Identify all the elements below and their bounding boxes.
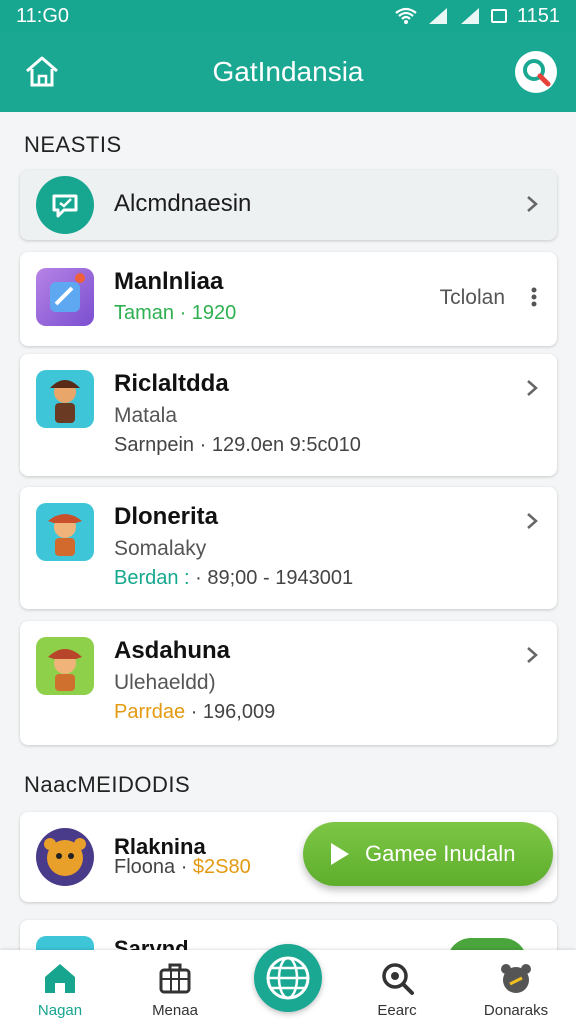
chevron-right-icon xyxy=(527,196,538,212)
nav-label-profile: Donaraks xyxy=(483,1002,549,1019)
app-card-2[interactable]: Riclaltdda Matala Sarnpein · 129.0en 9:5… xyxy=(20,354,557,476)
app-name-1: Manlnliaa xyxy=(114,268,224,295)
app-card-3[interactable]: Dlonerita Somalaky Berdan : · 89;00 - 19… xyxy=(20,487,557,609)
section-title-1: NEASTIS xyxy=(24,132,122,157)
app-meta-2: Sarnpein · 129.0en 9:5c010 xyxy=(114,434,361,456)
app-meta-3: Berdan : · 89;00 - 1943001 xyxy=(114,567,353,590)
chat-icon xyxy=(36,176,94,234)
nav-center-button[interactable] xyxy=(254,944,322,1012)
chevron-right-icon xyxy=(527,513,538,529)
app-meta-prefix-3: Berdan : xyxy=(114,567,190,589)
app-meta-1: Taman · 1920 xyxy=(114,302,236,325)
wifi-icon xyxy=(395,7,417,24)
nav-label-home: Nagan xyxy=(37,1002,83,1019)
section-title-2: NaacMEIDODIS xyxy=(24,772,191,797)
nav-label-menu: Menaa xyxy=(152,1002,198,1019)
status-time: 11:G0 xyxy=(16,4,69,27)
promo-icon xyxy=(36,828,94,886)
search-icon xyxy=(382,963,414,995)
install-game-label: Gamee Inudaln xyxy=(365,841,516,866)
play-icon xyxy=(331,843,349,865)
more-icon[interactable] xyxy=(531,286,537,308)
app-icon-1 xyxy=(36,268,94,326)
search-icon[interactable] xyxy=(514,50,558,94)
nav-item-profile[interactable]: Donaraks xyxy=(461,950,571,1024)
featured-row[interactable]: Alcmdnaesin xyxy=(20,170,557,240)
featured-label: Alcmdnaesin xyxy=(114,190,252,217)
battery-icon xyxy=(490,9,507,23)
nav-item-search[interactable]: Eearc xyxy=(342,950,452,1024)
app-bar: GatIndansia xyxy=(0,32,576,112)
app-meta-rest-1: · 1920 xyxy=(174,302,237,324)
app-icon-4 xyxy=(36,637,94,695)
bottom-nav: Nagan Menaa Eearc Donaraks xyxy=(0,944,576,1024)
promo-meta-prefix: Floona · xyxy=(114,856,188,878)
app-sub-3: Somalaky xyxy=(114,537,207,560)
home-icon[interactable] xyxy=(22,52,62,92)
app-icon-3 xyxy=(36,503,94,561)
main-content: NEASTIS Alcmdnaesin Manlnliaa Taman · 19… xyxy=(0,112,576,950)
app-card-1[interactable]: Manlnliaa Taman · 1920 Tclolan xyxy=(20,252,557,346)
chevron-right-icon xyxy=(527,380,538,396)
chevron-right-icon xyxy=(527,647,538,663)
briefcase-icon xyxy=(159,963,191,994)
promo-price: $2S80 xyxy=(187,856,251,878)
bear-icon xyxy=(501,964,531,993)
nav-item-home[interactable]: Nagan xyxy=(5,950,115,1024)
nav-label-search: Eearc xyxy=(377,1002,417,1019)
app-name-2: Riclaltdda xyxy=(114,370,229,397)
home-icon xyxy=(45,964,75,993)
app-sub-2: Matala xyxy=(114,404,178,427)
app-title: GatIndansia xyxy=(212,56,364,87)
app-icon-2 xyxy=(36,370,94,428)
app-card-4[interactable]: Asdahuna Ulehaeldd) Parrdae · 196,009 xyxy=(20,621,557,745)
partial-decoration xyxy=(447,938,527,950)
app-meta-rest-3: · 89;00 - 1943001 xyxy=(189,567,354,589)
signal-icon-2 xyxy=(460,8,479,24)
status-right-time: 1151 xyxy=(516,4,560,27)
app-sub-4: Ulehaeldd) xyxy=(114,671,216,694)
app-name-3: Dlonerita xyxy=(114,503,219,530)
signal-icon xyxy=(428,8,447,24)
nav-item-menu[interactable]: Menaa xyxy=(120,950,230,1024)
app-meta-prefix-1: Taman xyxy=(114,302,175,324)
promo-meta: Floona · $2S80 xyxy=(114,856,251,879)
app-side-text-1: Tclolan xyxy=(439,286,505,309)
partial-app-icon xyxy=(36,936,94,950)
app-meta-prefix-4: Parrdae xyxy=(114,701,186,723)
install-game-button[interactable]: Gamee Inudaln xyxy=(303,822,553,886)
partial-app-name: Sarvnd xyxy=(114,936,189,950)
app-meta-4: Parrdae · 196,009 xyxy=(114,701,275,724)
status-bar: 11:G0 1151 xyxy=(0,0,576,32)
globe-icon xyxy=(266,956,310,1000)
app-name-4: Asdahuna xyxy=(114,637,231,664)
app-meta-rest-4: · 196,009 xyxy=(185,701,276,723)
